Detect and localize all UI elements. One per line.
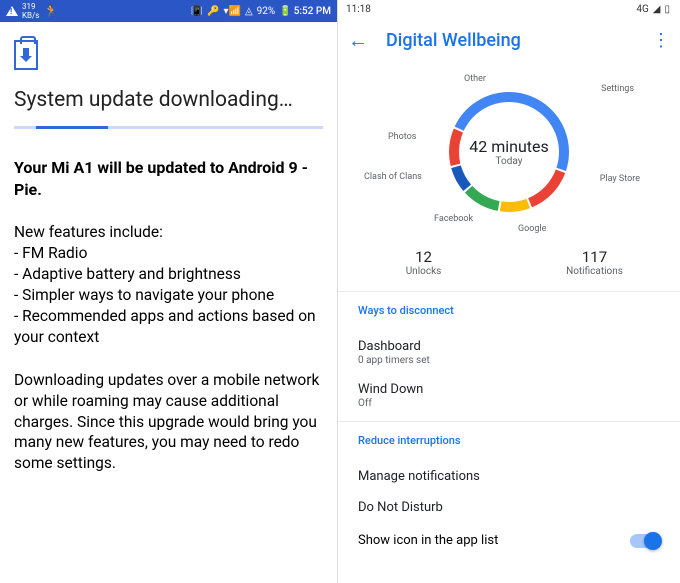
- dashboard-row[interactable]: Dashboard 0 app timers set: [358, 331, 660, 374]
- chart-label-other: Other: [464, 74, 486, 84]
- feature-item: - Adaptive battery and brightness: [14, 265, 241, 283]
- unlocks-label: Unlocks: [338, 266, 509, 277]
- signal-icon: ◢: [653, 4, 661, 15]
- dnd-title: Do Not Disturb: [358, 500, 660, 515]
- manage-notifications-row[interactable]: Manage notifications: [358, 461, 660, 492]
- net-type: 4G: [636, 4, 648, 15]
- feature-item: - Simpler ways to navigate your phone: [14, 286, 274, 304]
- key-icon: 🔑: [207, 6, 219, 17]
- chart-label-settings: Settings: [601, 84, 634, 94]
- stat-unlocks[interactable]: 12 Unlocks: [338, 248, 509, 277]
- show-icon-title: Show icon in the app list: [358, 533, 630, 548]
- wifi-icon: ▾📶: [223, 6, 240, 17]
- battery-icon: ▯: [664, 4, 670, 15]
- clock: 11:18: [346, 4, 371, 15]
- chart-label-google: Google: [518, 224, 546, 234]
- update-headline: Your Mi A1 will be updated to Android 9 …: [14, 157, 323, 200]
- features-intro: New features include:: [14, 223, 163, 241]
- winddown-sub: Off: [358, 398, 660, 409]
- warning-icon: [6, 6, 18, 16]
- download-icon: [14, 40, 38, 70]
- net-speed: 319: [22, 2, 39, 11]
- running-icon: 🏃: [43, 4, 58, 18]
- dashboard-sub: 0 app timers set: [358, 355, 660, 366]
- show-icon-toggle[interactable]: [630, 534, 660, 548]
- net-speed-unit: KB/s: [22, 11, 39, 20]
- winddown-title: Wind Down: [358, 382, 660, 397]
- status-bar: 11:18 4G ◢ ▯: [338, 0, 680, 18]
- section-header-disconnect: Ways to disconnect: [358, 304, 660, 317]
- features-block: New features include: - FM Radio - Adapt…: [14, 222, 323, 348]
- right-screenshot: 11:18 4G ◢ ▯ ← Digital Wellbeing ⋮ Other…: [338, 0, 680, 583]
- usage-total: 42 minutes: [469, 137, 549, 156]
- vibrate-icon: 📳: [191, 6, 203, 17]
- left-screenshot: 319KB/s 🏃 📳 🔑 ▾📶 ◬ 92% 🔋 5:52 PM System …: [0, 0, 338, 583]
- stat-notifications[interactable]: 117 Notifications: [509, 248, 680, 277]
- show-icon-row[interactable]: Show icon in the app list: [358, 523, 660, 558]
- section-header-reduce: Reduce interruptions: [358, 434, 660, 447]
- dashboard-title: Dashboard: [358, 339, 660, 354]
- chart-label-photos: Photos: [388, 132, 416, 142]
- unlocks-count: 12: [338, 248, 509, 266]
- chart-label-playstore: Play Store: [600, 174, 640, 184]
- status-bar: 319KB/s 🏃 📳 🔑 ▾📶 ◬ 92% 🔋 5:52 PM: [0, 0, 337, 22]
- battery-charging-icon: 🔋: [279, 6, 291, 17]
- battery-pct: 92%: [257, 6, 276, 17]
- no-sim-icon: ◬: [245, 6, 253, 17]
- disclaimer-text: Downloading updates over a mobile networ…: [14, 370, 323, 475]
- chart-label-clash: Clash of Clans: [364, 172, 422, 182]
- feature-item: - Recommended apps and actions based on …: [14, 307, 316, 346]
- page-title: System update downloading…: [14, 88, 323, 112]
- stats-row: 12 Unlocks 117 Notifications: [338, 242, 680, 291]
- clock: 5:52 PM: [294, 6, 331, 17]
- feature-item: - FM Radio: [14, 244, 87, 262]
- app-title: Digital Wellbeing: [386, 30, 652, 51]
- usage-sub: Today: [496, 156, 523, 167]
- notif-label: Notifications: [509, 266, 680, 277]
- overflow-menu[interactable]: ⋮: [652, 30, 670, 51]
- manage-title: Manage notifications: [358, 469, 660, 484]
- app-bar: ← Digital Wellbeing ⋮: [338, 18, 680, 62]
- progress-bar: [14, 126, 323, 129]
- notif-count: 117: [509, 248, 680, 266]
- dnd-row[interactable]: Do Not Disturb: [358, 492, 660, 523]
- usage-donut[interactable]: Other Settings Play Store Google Faceboo…: [338, 62, 680, 242]
- winddown-row[interactable]: Wind Down Off: [358, 374, 660, 417]
- back-button[interactable]: ←: [348, 28, 368, 53]
